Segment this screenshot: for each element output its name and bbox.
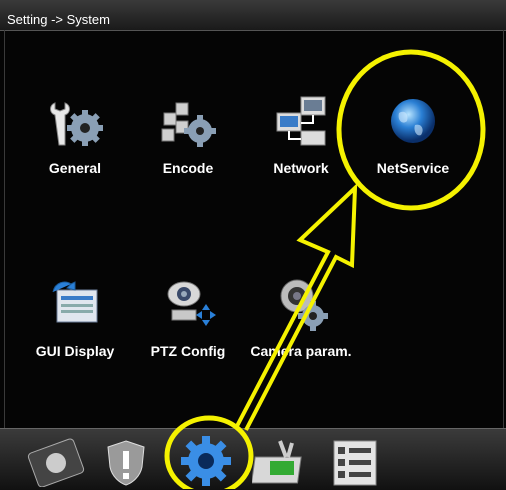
title-bar: Setting -> System <box>0 0 506 31</box>
tile-camera-param-label: Camera param. <box>250 343 352 359</box>
tools-icon[interactable] <box>252 437 312 487</box>
display-icon <box>52 281 98 323</box>
system-settings-window: Setting -> System General Encode Network… <box>0 0 506 490</box>
network-computers-icon <box>276 96 326 146</box>
ptz-camera-icon <box>167 281 216 326</box>
camera-gear-icon <box>280 279 328 331</box>
info-list-icon[interactable] <box>332 437 378 487</box>
encode-gear-icon <box>161 102 216 147</box>
system-gear-icon[interactable] <box>178 433 234 489</box>
tile-ptz-config[interactable]: PTZ Config <box>138 278 238 388</box>
tile-netservice-label: NetService <box>376 160 450 176</box>
tile-gui-display[interactable]: GUI Display <box>25 278 125 388</box>
hard-disk-icon[interactable] <box>24 437 88 487</box>
tile-netservice[interactable]: NetService <box>363 95 463 205</box>
tile-general[interactable]: General <box>25 95 125 205</box>
tile-network[interactable]: Network <box>251 95 351 205</box>
alarm-shield-icon[interactable] <box>104 437 148 487</box>
tile-encode[interactable]: Encode <box>138 95 238 205</box>
tile-camera-param[interactable]: Camera param. <box>250 278 352 388</box>
bottom-toolbar <box>0 428 506 490</box>
window-title: Setting -> System <box>7 12 110 27</box>
globe-icon <box>391 99 435 143</box>
wrench-gear-icon <box>50 102 103 146</box>
